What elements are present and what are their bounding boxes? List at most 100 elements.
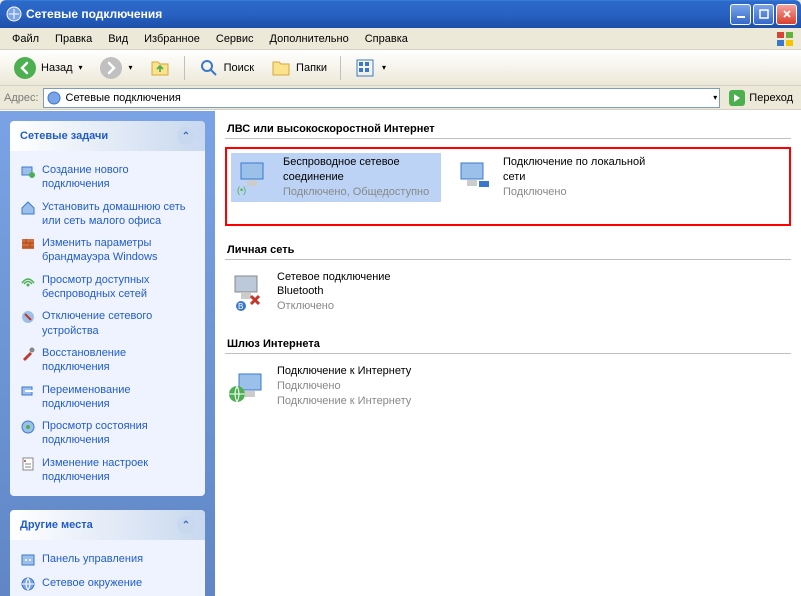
views-icon [354, 57, 376, 79]
svg-text:B: B [238, 302, 243, 311]
search-label: Поиск [224, 62, 254, 74]
connection-name: Беспроводное сетевое соединение [283, 155, 439, 185]
places-panel: Другие места ⌃ Панель управления Сетевое… [10, 510, 205, 596]
lan-connection-icon [453, 155, 495, 197]
back-icon [13, 56, 37, 80]
collapse-icon: ⌃ [177, 127, 195, 145]
task-disable-device[interactable]: Отключение сетевого устройства [20, 305, 195, 342]
windows-logo-icon [775, 30, 797, 48]
app-icon [6, 6, 22, 22]
menu-tools[interactable]: Сервис [208, 31, 262, 47]
rename-icon [20, 383, 36, 399]
chevron-down-icon[interactable]: ▾ [713, 93, 717, 102]
connection-internet[interactable]: Подключение к Интернету Подключено Подкл… [225, 362, 435, 411]
places-panel-body: Панель управления Сетевое окружение Мои … [10, 540, 205, 596]
task-properties[interactable]: Изменение настроек подключения [20, 452, 195, 489]
chevron-down-icon: ▾ [79, 63, 83, 72]
internet-connection-icon [227, 364, 269, 406]
wireless-connection-icon: (•) [233, 155, 275, 197]
wireless-icon [20, 273, 36, 289]
connection-lan[interactable]: Подключение по локальной сети Подключено [451, 153, 661, 202]
places-panel-header[interactable]: Другие места ⌃ [10, 510, 205, 540]
title-bar: Сетевые подключения [0, 0, 801, 28]
menu-edit[interactable]: Правка [47, 31, 100, 47]
task-label: Переименование подключения [42, 383, 195, 412]
back-label: Назад [41, 62, 73, 74]
bluetooth-connection-icon: B [227, 270, 269, 312]
task-repair[interactable]: Восстановление подключения [20, 342, 195, 379]
menu-bar: Файл Правка Вид Избранное Сервис Дополни… [0, 28, 801, 50]
status-icon [20, 419, 36, 435]
connection-wireless[interactable]: (•) Беспроводное сетевое соединение Подк… [231, 153, 441, 202]
connection-status: Отключено [277, 299, 433, 314]
menu-help[interactable]: Справка [357, 31, 416, 47]
maximize-button[interactable] [753, 4, 774, 25]
sidebar: Сетевые задачи ⌃ Создание нового подключ… [0, 111, 215, 596]
highlighted-connections: (•) Беспроводное сетевое соединение Подк… [225, 147, 791, 226]
task-rename[interactable]: Переименование подключения [20, 379, 195, 416]
connection-name: Подключение по локальной сети [503, 155, 659, 185]
home-network-icon [20, 200, 36, 216]
task-label: Изменение настроек подключения [42, 456, 195, 485]
task-firewall[interactable]: Изменить параметры брандмауэра Windows [20, 232, 195, 269]
menu-advanced[interactable]: Дополнительно [262, 31, 357, 47]
forward-icon [99, 56, 123, 80]
menu-favorites[interactable]: Избранное [136, 31, 208, 47]
connection-bluetooth[interactable]: B Сетевое подключение Bluetooth Отключен… [225, 268, 435, 317]
connection-status: Подключено, Общедоступно [283, 185, 439, 200]
task-view-wireless[interactable]: Просмотр доступных беспроводных сетей [20, 269, 195, 306]
main-area: Сетевые задачи ⌃ Создание нового подключ… [0, 110, 801, 596]
search-button[interactable]: Поиск [191, 53, 261, 83]
group-internet-gateway: Шлюз Интернета [225, 334, 791, 354]
forward-button[interactable]: ▾ [92, 52, 140, 84]
task-new-connection[interactable]: Создание нового подключения [20, 159, 195, 196]
place-label: Сетевое окружение [42, 576, 142, 590]
group-lan-internet: ЛВС или высокоскоростной Интернет [225, 119, 791, 139]
collapse-icon: ⌃ [177, 516, 195, 534]
address-label: Адрес: [4, 92, 39, 104]
close-button[interactable] [776, 4, 797, 25]
minimize-button[interactable] [730, 4, 751, 25]
back-button[interactable]: Назад ▾ [6, 52, 90, 84]
place-label: Панель управления [42, 552, 143, 566]
address-value: Сетевые подключения [66, 92, 181, 104]
views-button[interactable]: ▾ [347, 53, 393, 83]
folders-button[interactable]: Папки [263, 53, 334, 83]
go-button[interactable]: Переход [724, 87, 797, 109]
task-label: Восстановление подключения [42, 346, 195, 375]
connection-status: Подключено [503, 185, 659, 200]
folder-up-icon [149, 57, 171, 79]
network-places-icon [20, 576, 36, 592]
task-status[interactable]: Просмотр состояния подключения [20, 415, 195, 452]
menu-view[interactable]: Вид [100, 31, 136, 47]
connection-name: Сетевое подключение Bluetooth [277, 270, 433, 300]
toolbar: Назад ▾ ▾ Поиск Папки ▾ [0, 50, 801, 86]
repair-icon [20, 346, 36, 362]
task-label: Просмотр состояния подключения [42, 419, 195, 448]
control-panel-icon [20, 552, 36, 568]
tasks-header-label: Сетевые задачи [20, 130, 108, 142]
folders-icon [270, 57, 292, 79]
properties-icon [20, 456, 36, 472]
separator [184, 56, 185, 80]
chevron-down-icon: ▾ [382, 63, 386, 72]
go-icon [728, 89, 746, 107]
go-label: Переход [749, 92, 793, 104]
up-button[interactable] [142, 53, 178, 83]
task-label: Просмотр доступных беспроводных сетей [42, 273, 195, 302]
tasks-panel-header[interactable]: Сетевые задачи ⌃ [10, 121, 205, 151]
address-input[interactable]: Сетевые подключения ▾ [43, 88, 721, 108]
task-label: Установить домашнюю сеть или сеть малого… [42, 200, 195, 229]
chevron-down-icon: ▾ [129, 63, 133, 72]
menu-file[interactable]: Файл [4, 31, 47, 47]
folders-label: Папки [296, 62, 327, 74]
separator [340, 56, 341, 80]
location-icon [46, 90, 62, 106]
connection-via: Подключение к Интернету [277, 394, 411, 409]
new-connection-icon [20, 163, 36, 179]
task-label: Изменить параметры брандмауэра Windows [42, 236, 195, 265]
place-network-places[interactable]: Сетевое окружение [20, 572, 195, 596]
connection-name: Подключение к Интернету [277, 364, 411, 379]
task-home-network[interactable]: Установить домашнюю сеть или сеть малого… [20, 196, 195, 233]
place-control-panel[interactable]: Панель управления [20, 548, 195, 572]
